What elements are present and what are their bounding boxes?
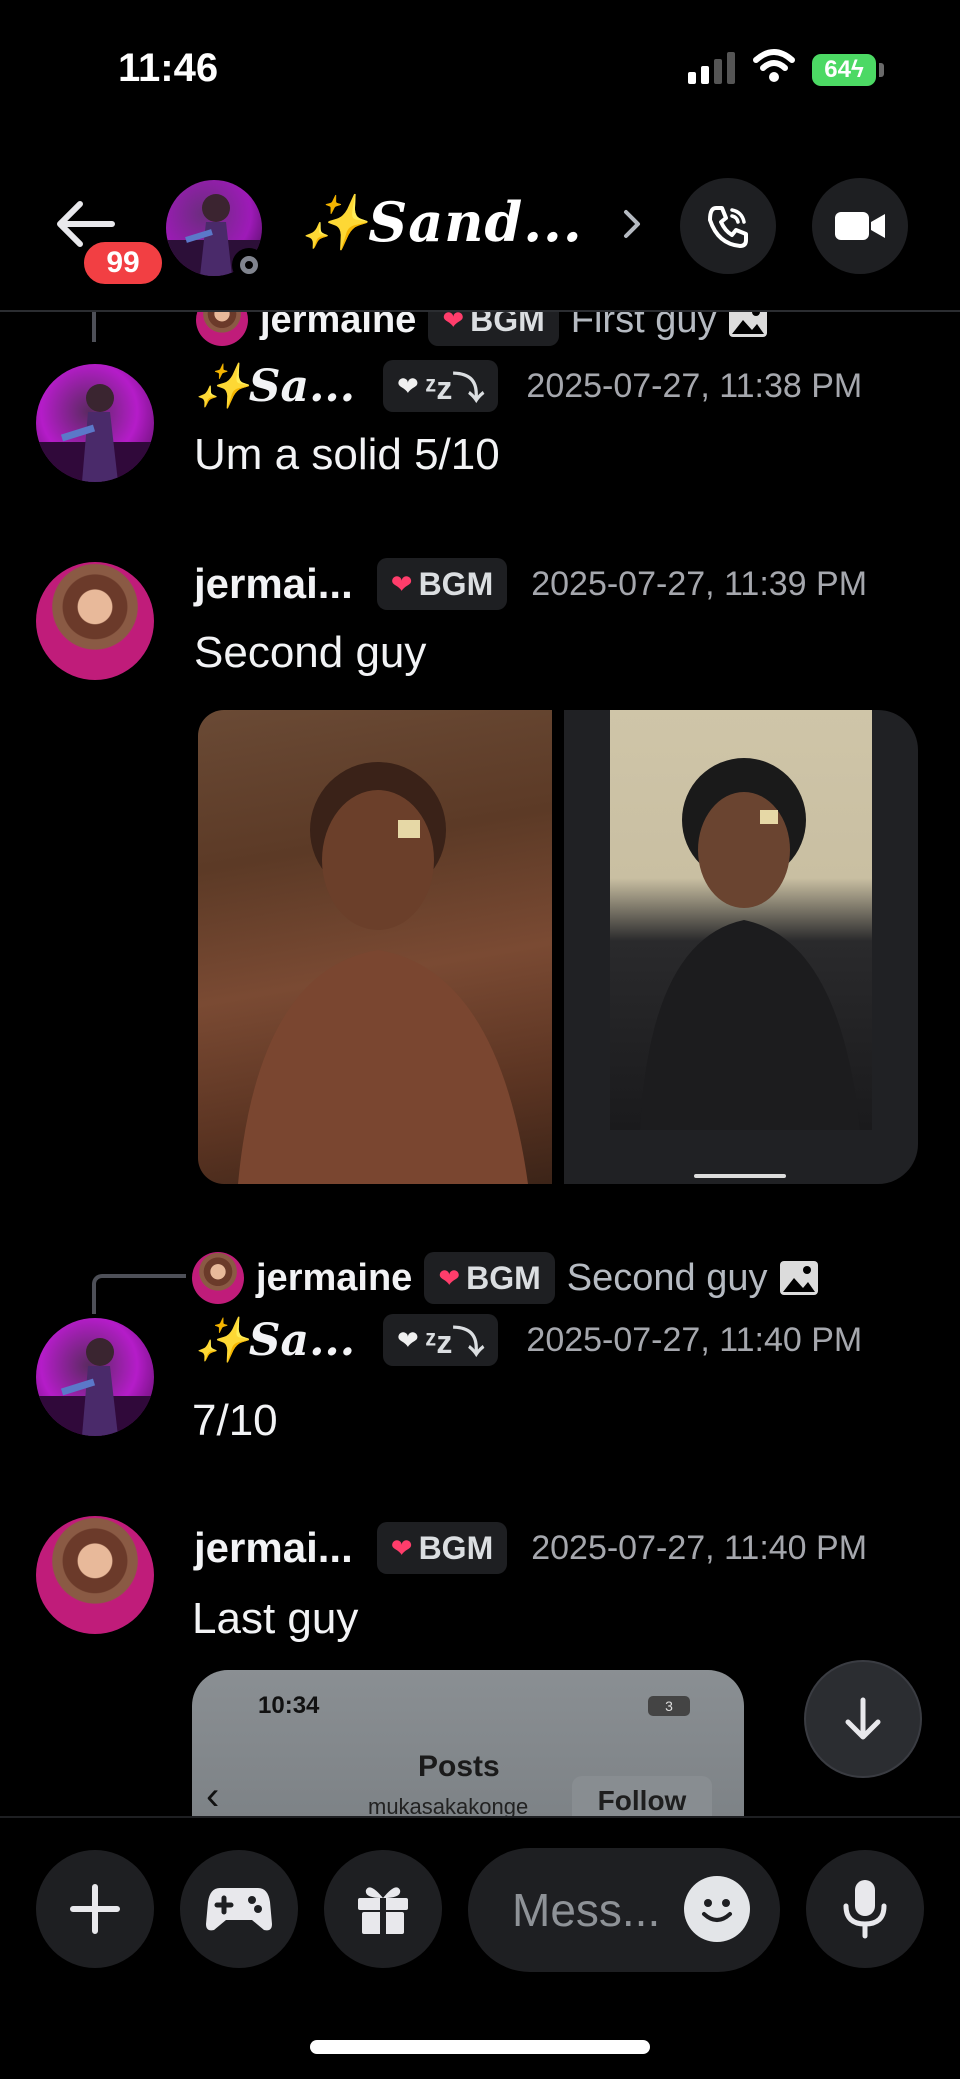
heart-icon: ❤ (438, 1262, 461, 1293)
heart-icon: ❤ (397, 370, 419, 401)
channel-title[interactable]: ✨𝑺𝒂𝒏𝒅... (300, 190, 583, 255)
message-text: Second guy (194, 628, 427, 677)
reply-connector (92, 1274, 186, 1314)
gift-icon (358, 1887, 408, 1934)
avatar[interactable] (36, 1516, 154, 1634)
plus-icon (70, 1884, 120, 1934)
reply-text: First guy (570, 298, 717, 341)
message-header: jermai... ❤ BGM 2025-07-27, 11:39 PM (194, 558, 867, 610)
message-text: 7/10 (192, 1396, 278, 1445)
status-offline-icon (232, 248, 266, 282)
message-author[interactable]: jermai... (194, 560, 353, 608)
message-timestamp: 2025-07-27, 11:40 PM (531, 1528, 868, 1567)
heart-icon: ❤ (397, 1324, 419, 1355)
message-input-placeholder: Mess... (512, 1884, 661, 1936)
message-header: ✨𝑺𝒂... ❤ ᶻz⤵ 2025-07-27, 11:40 PM (194, 1314, 862, 1366)
message-timestamp: 2025-07-27, 11:40 PM (526, 1320, 863, 1359)
reply-connector (92, 312, 186, 342)
home-indicator (310, 2040, 650, 2054)
activities-button[interactable] (180, 1850, 298, 1968)
chevron-right-icon[interactable] (618, 204, 646, 244)
video-icon (835, 212, 885, 240)
home-bar (694, 1174, 786, 1178)
heart-icon: ❤ (390, 568, 413, 599)
role-tag: ❤ BGM (376, 1522, 508, 1574)
status-time: 11:46 (118, 46, 219, 90)
cellular-signal-icon (688, 50, 735, 84)
emoji-button[interactable] (684, 1876, 750, 1942)
reply-text: Second guy (566, 1256, 768, 1299)
shot-follow-button: Follow (572, 1776, 712, 1820)
image-icon (729, 312, 768, 337)
reply-preview[interactable]: jermaine ❤ BGM Second guy (192, 1252, 819, 1304)
gift-button[interactable] (324, 1850, 442, 1968)
add-attachment-button[interactable] (36, 1850, 154, 1968)
avatar (192, 1252, 244, 1304)
voice-message-button[interactable] (806, 1850, 924, 1968)
message-text: Last guy (192, 1594, 359, 1643)
shot-time: 10:34 (258, 1692, 320, 1719)
call-button[interactable] (680, 178, 776, 274)
message-author[interactable]: jermai... (194, 1524, 353, 1572)
image-icon (780, 1261, 819, 1295)
unread-badge: 99 (80, 238, 166, 288)
wifi-icon (753, 49, 795, 82)
arrow-down-icon (845, 1697, 881, 1740)
role-tag: ❤ ᶻz⤵ (383, 360, 499, 412)
role-tag: ❤ ᶻz⤵ (383, 1314, 499, 1366)
attached-screenshot[interactable]: 10:34 3 ‹ Posts mukasakakonge Follow (192, 1670, 744, 1820)
message-author[interactable]: ✨𝑺𝒂... (194, 360, 355, 412)
message-timestamp: 2025-07-27, 11:38 PM (526, 366, 863, 405)
role-tag: ❤ BGM (428, 312, 559, 346)
avatar[interactable] (36, 562, 154, 680)
avatar[interactable] (36, 364, 154, 482)
avatar (196, 312, 248, 346)
emoji-icon (702, 1899, 732, 1922)
message-author[interactable]: ✨𝑺𝒂... (194, 1314, 355, 1366)
jump-to-bottom-button[interactable] (804, 1660, 922, 1778)
message-header: ✨𝑺𝒂... ❤ ᶻz⤵ 2025-07-27, 11:38 PM (194, 360, 862, 412)
message-header: jermai... ❤ BGM 2025-07-27, 11:40 PM (194, 1522, 867, 1574)
reply-author: jermaine (256, 1256, 413, 1299)
role-tag: ❤ BGM (424, 1252, 555, 1304)
message-text: Um a solid 5/10 (194, 430, 500, 479)
battery-indicator: 64 ϟ (812, 54, 876, 86)
attached-photo[interactable] (198, 710, 552, 1184)
avatar[interactable] (36, 1318, 154, 1436)
reply-author: jermaine (260, 298, 417, 341)
message-timestamp: 2025-07-27, 11:39 PM (531, 564, 868, 603)
role-tag: ❤ BGM (376, 558, 508, 610)
attached-photo[interactable] (564, 710, 918, 1184)
gamepad-icon (206, 1888, 272, 1931)
mic-icon (843, 1880, 887, 1939)
reply-preview[interactable]: jermaine ❤ BGM First guy (196, 298, 768, 346)
battery-cap (879, 63, 884, 77)
heart-icon: ❤ (390, 1532, 413, 1563)
shot-battery: 3 (648, 1696, 690, 1716)
shot-title: Posts (418, 1750, 500, 1783)
shot-back-icon: ‹ (206, 1774, 220, 1818)
call-icon (708, 206, 748, 248)
video-call-button[interactable] (812, 178, 908, 274)
